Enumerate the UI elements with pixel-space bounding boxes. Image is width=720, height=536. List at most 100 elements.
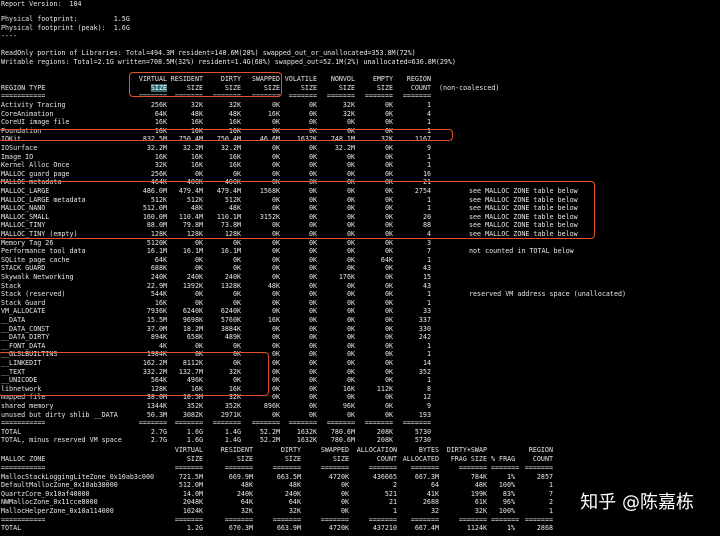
malloc-col-head: DIRTY: [280, 446, 301, 454]
table-row: Stack Guard 16K 0K 0K 0K 0K 0K 0K 1: [1, 299, 720, 308]
region-cell: 16K: [190, 126, 203, 135]
region-cell: 512K: [186, 195, 203, 204]
region-cell: 0K: [384, 204, 393, 213]
region-cell: 0K: [271, 384, 280, 393]
region-cell: 0K: [271, 230, 280, 238]
region-cell: 1: [426, 161, 431, 170]
region-cell: 0K: [271, 273, 280, 281]
region-cell: 0K: [308, 230, 317, 238]
region-name: Stack (reserved): [1, 290, 66, 299]
zone-cell: 663.5M: [276, 472, 301, 481]
region-name: Foundation: [1, 126, 42, 135]
zone-total-cell: 4720K: [328, 524, 349, 533]
region-cell: 16K: [228, 152, 241, 161]
region-cell: 0K: [346, 324, 355, 333]
region-cell: 0K: [384, 402, 393, 410]
malloc-header-1: VIRTUAL RESIDENT DIRTY SWAPPED ALLOCATION BYT…: [1, 446, 720, 455]
total-cell: 208K: [376, 427, 393, 436]
readonly-summary: ReadOnly portion of Libraries: Total=494…: [1, 49, 416, 57]
region-cell: 16.1M: [146, 247, 167, 256]
region-cell: 832.5M: [142, 135, 167, 144]
region-name: MALLOC_TINY: [1, 221, 46, 230]
table-row: Stack 22.9M 1392K 1328K 48K 0K 0K 0K 43: [1, 282, 720, 291]
zone-cell: 1024K: [182, 507, 203, 516]
region-cell: 0K: [271, 307, 280, 316]
region-cell: 160.0M: [142, 212, 167, 221]
region-cell: 1568K: [259, 187, 280, 195]
region-cell: 0K: [308, 264, 317, 273]
zone-cell: 669.9M: [228, 472, 253, 481]
total-cell: 208K: [376, 436, 393, 445]
region-cell: 0K: [384, 376, 393, 385]
region-cell: 37.0M: [146, 324, 167, 333]
region-cell: 658K: [186, 333, 203, 342]
table-row: IOKit 832.5M 750.4M 750.4M 46.6M 1632K 748.1M 3…: [1, 135, 720, 144]
zone-cell: 721.5M: [178, 472, 203, 481]
region-cell: 3082K: [182, 410, 203, 419]
region-cell: 0K: [308, 169, 317, 178]
zone-cell: 48K: [240, 481, 253, 490]
table-row: unused but dirty shlib __DATA 50.3M 3082K 2…: [1, 411, 720, 420]
region-cell: 0K: [346, 238, 355, 247]
region-name: shared memory: [1, 402, 54, 410]
table-row: MALLOC_NANO 512.0M 48K 48K 0K 0K 0K 0K 1 see MALL…: [1, 204, 720, 213]
region-cell: 1: [426, 101, 431, 109]
region-cell: 240K: [186, 273, 203, 281]
malloc-col-head: SIZE: [236, 455, 253, 464]
region-cell: 0K: [308, 324, 317, 333]
region-cell: 0K: [384, 359, 393, 367]
region-cell: 8: [426, 384, 431, 393]
table-row: Foundation 16K 16K 16K 0K 0K 0K 0K 1: [1, 127, 720, 136]
table-row: MallocStackLoggingLiteZone_0x10ab3c000 72…: [1, 473, 720, 482]
region-cell: 64K: [154, 255, 167, 264]
region-cell: 5760K: [220, 316, 241, 324]
region-cell: 1392K: [182, 281, 203, 290]
region-cell: 0K: [271, 324, 280, 333]
region-cell: 32K: [380, 135, 393, 144]
zone-cell: 784K: [470, 472, 487, 481]
region-cell: 0K: [194, 290, 203, 299]
region-cell: 16.1M: [182, 247, 203, 256]
region-cell: 750.4M: [216, 135, 241, 144]
region-cell: 0K: [308, 333, 317, 342]
region-cell: 0K: [384, 247, 393, 256]
zone-total-cell: 670.3M: [228, 524, 253, 533]
total-cell: 780.6M: [330, 436, 355, 445]
region-cell: 400K: [224, 178, 241, 187]
region-cell: 1: [426, 126, 431, 135]
region-cell: 0K: [384, 273, 393, 281]
region-cell: 1344K: [146, 402, 167, 410]
malloc-sep-2: =========== ======= ======= ======= ======= =…: [1, 515, 553, 524]
region-note: see MALLOC ZONE table below: [469, 204, 578, 213]
region-cell: 43: [422, 264, 431, 273]
region-cell: 132.7M: [178, 367, 203, 376]
physical-footprint: Physical footprint: 1.5G: [1, 15, 130, 23]
region-cell: 14: [422, 359, 431, 367]
zone-name: DefaultMallocZone_0x10ab38000: [1, 481, 118, 490]
region-name: Memory Tag 26: [1, 238, 54, 247]
zone-cell: 64K: [288, 498, 301, 507]
table-row: __DATA 15.5M 9698K 5760K 16K 0K 0K 0K 337: [1, 316, 720, 325]
region-cell: 0K: [308, 384, 317, 393]
zone-cell: 2857: [536, 472, 553, 481]
region-cell: 0K: [232, 376, 241, 385]
col-region: REGION: [406, 75, 431, 83]
region-name: __FONT_DATA: [1, 341, 46, 350]
zone-cell: 521: [384, 489, 397, 498]
zone-total-cell: 1124K: [466, 524, 487, 533]
region-cell: 0K: [308, 316, 317, 324]
region-cell: 0K: [308, 410, 317, 419]
region-cell: 0K: [346, 298, 355, 307]
region-cell: 12: [422, 393, 431, 402]
region-cell: 240K: [224, 273, 241, 281]
malloc-col-head: ALLOCATED: [402, 455, 439, 464]
region-cell: 748.1M: [330, 135, 355, 144]
region-cell: 162.2M: [142, 359, 167, 367]
region-cell: 0K: [308, 238, 317, 247]
region-cell: 464K: [150, 178, 167, 187]
region-cell: 16K: [154, 126, 167, 135]
region-cell: 0K: [232, 255, 241, 264]
region-cell: 0K: [346, 255, 355, 264]
zone-cell: 0K: [340, 507, 349, 516]
region-cell: 240K: [150, 273, 167, 281]
